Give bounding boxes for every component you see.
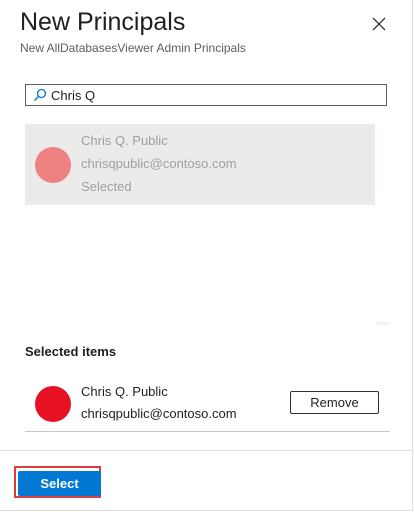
selected-item-name: Chris Q. Public <box>81 384 168 399</box>
avatar <box>35 386 71 422</box>
new-principals-panel: New Principals New AllDatabasesViewer Ad… <box>0 0 413 511</box>
panel-title: New Principals <box>20 8 186 36</box>
result-name: Chris Q. Public <box>81 133 168 148</box>
close-icon <box>372 17 386 31</box>
selected-item-row: Chris Q. Public chrisqpublic@contoso.com… <box>25 373 390 432</box>
footer-divider <box>0 450 412 451</box>
panel-subtitle: New AllDatabasesViewer Admin Principals <box>20 41 246 55</box>
result-email: chrisqpublic@contoso.com <box>81 156 237 171</box>
search-result-item[interactable]: Chris Q. Public chrisqpublic@contoso.com… <box>25 124 375 205</box>
search-input[interactable] <box>48 86 371 104</box>
remove-button[interactable]: Remove <box>290 391 379 414</box>
search-icon <box>34 88 47 101</box>
select-button[interactable]: Select <box>18 471 101 496</box>
search-box[interactable] <box>25 84 387 106</box>
close-button[interactable] <box>368 13 390 35</box>
avatar <box>35 147 71 183</box>
selected-items-heading: Selected items <box>25 344 117 359</box>
selected-item-email: chrisqpublic@contoso.com <box>81 406 237 421</box>
result-status: Selected <box>81 179 132 194</box>
scrollbar-thumb[interactable] <box>377 322 389 325</box>
